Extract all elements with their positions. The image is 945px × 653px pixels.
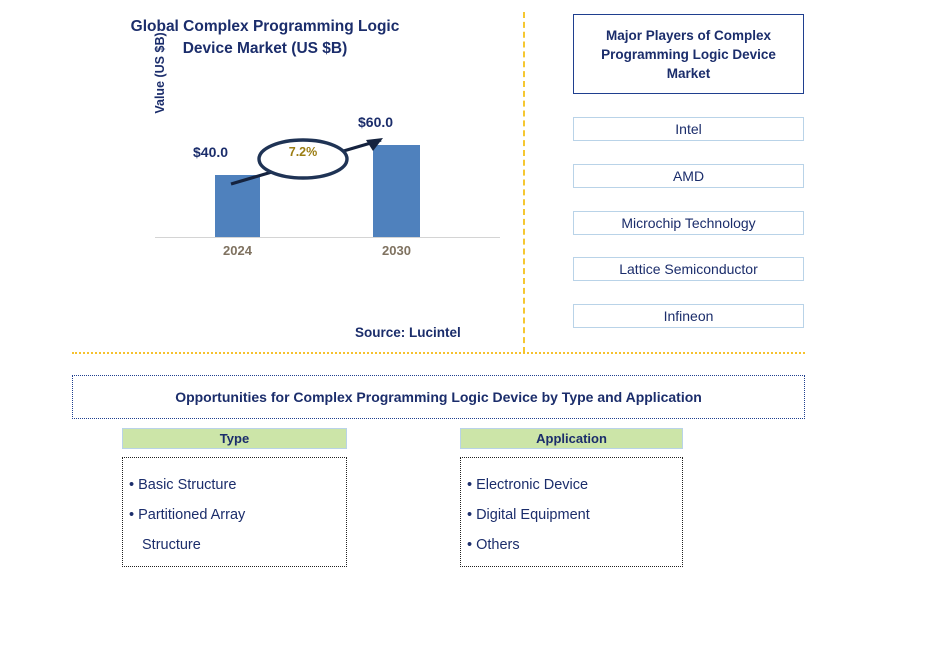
player-item-microchip-technology[interactable]: Microchip Technology xyxy=(573,211,804,235)
player-item-label: AMD xyxy=(672,168,705,184)
type-column-header: Type xyxy=(122,428,347,449)
player-item-label: Intel xyxy=(675,121,702,137)
chart-title-line-1: Global Complex Programming Logic xyxy=(130,18,400,35)
opportunities-title: Opportunities for Complex Programming Lo… xyxy=(175,389,702,405)
bar-value-2024: $40.0 xyxy=(193,144,229,160)
list-item-label: Digital Equipment xyxy=(476,507,590,523)
list-item-label: Electronic Device xyxy=(476,477,589,493)
bullet-icon: • xyxy=(467,537,473,553)
list-item: • Partitioned Array xyxy=(129,500,340,530)
application-column-header: Application xyxy=(460,428,683,449)
bullet-icon: • xyxy=(467,477,473,493)
player-item-label: Lattice Semiconductor xyxy=(619,261,758,277)
player-item-intel[interactable]: Intel xyxy=(573,117,804,141)
x-tick-2030: 2030 xyxy=(382,243,411,258)
list-item: • Digital Equipment xyxy=(467,500,676,530)
list-item: • Basic Structure xyxy=(129,470,340,500)
major-players-header: Major Players of Complex Programming Log… xyxy=(573,14,804,94)
application-column-body: • Electronic Device • Digital Equipment • O… xyxy=(460,457,683,567)
chart-title: Global Complex Programming Logic Device … xyxy=(60,16,470,60)
player-item-label: Microchip Technology xyxy=(621,215,756,231)
type-column-header-label: Type xyxy=(219,431,250,446)
list-item: • Others xyxy=(467,530,676,560)
player-item-label: Infineon xyxy=(663,308,714,324)
bar-chart: Value (US $B) $40.0 $60.0 2024 2030 7.2% xyxy=(153,32,500,258)
player-item-amd[interactable]: AMD xyxy=(573,164,804,188)
chart-title-line-2: Device Market (US $B) xyxy=(182,40,348,57)
player-item-lattice-semiconductor[interactable]: Lattice Semiconductor xyxy=(573,257,804,281)
market-chart-panel: Global Complex Programming Logic Device … xyxy=(0,0,523,352)
cagr-annotation-graphic xyxy=(230,138,383,186)
list-item-label: Partitioned Array xyxy=(138,507,246,523)
list-item-label: Structure xyxy=(142,537,201,553)
bullet-icon: • xyxy=(129,477,135,493)
list-item-label: Others xyxy=(476,537,520,553)
type-column-body: • Basic Structure • Partitioned Array Stru… xyxy=(122,457,347,567)
application-column-header-label: Application xyxy=(536,431,607,446)
list-item-continuation: Structure xyxy=(129,530,340,560)
x-tick-2024: 2024 xyxy=(223,243,252,258)
cagr-label: 7.2% xyxy=(288,145,318,159)
x-axis-line xyxy=(155,237,500,238)
player-item-infineon[interactable]: Infineon xyxy=(573,304,804,328)
vertical-divider xyxy=(523,12,525,353)
list-item-label: Basic Structure xyxy=(138,477,237,493)
horizontal-divider xyxy=(72,352,805,354)
bullet-icon: • xyxy=(467,507,473,523)
opportunities-title-box: Opportunities for Complex Programming Lo… xyxy=(72,375,805,419)
major-players-panel: Major Players of Complex Programming Log… xyxy=(560,0,945,352)
y-axis-label: Value (US $B) xyxy=(153,32,167,114)
list-item: • Electronic Device xyxy=(467,470,676,500)
source-label: Source: Lucintel xyxy=(355,325,461,340)
bullet-icon: • xyxy=(129,507,135,523)
